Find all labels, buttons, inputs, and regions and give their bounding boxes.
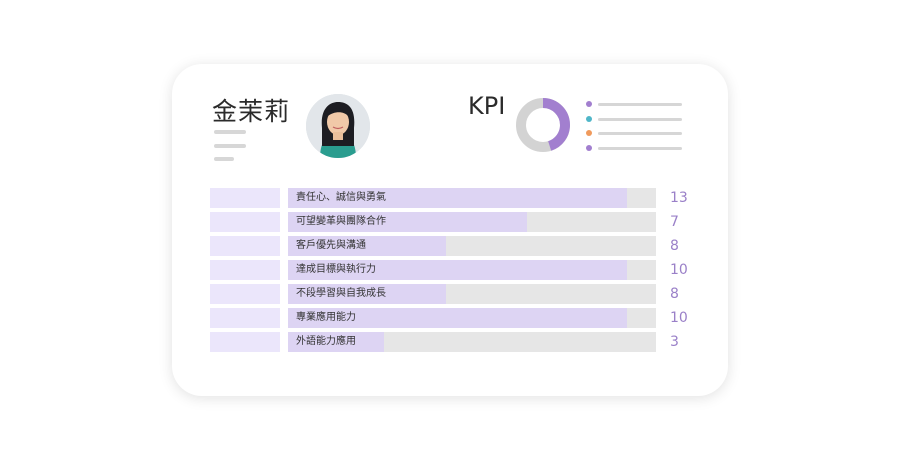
row-value: 7 [670,214,679,230]
row-tag [210,260,280,280]
row-label: 不段學習與自我成長 [296,288,386,299]
kpi-row: 不段學習與自我成長 8 [210,284,690,304]
row-tag [210,308,280,328]
kpi-donut-chart [516,98,570,152]
row-bar-track: 責任心、誠信與勇氣 [288,188,656,208]
row-bar-track: 外語能力應用 [288,332,656,352]
kpi-card: 金茉莉 KPI 責任心、誠信與勇氣 13 可望變革與團隊合作 7 客戶優先與溝通 8 達成目… [172,64,728,396]
row-tag [210,236,280,256]
row-label: 客戶優先與溝通 [296,240,366,251]
kpi-row: 專業應用能力 10 [210,308,690,328]
name-placeholder-line [214,144,246,148]
legend-item [586,143,686,153]
row-bar-track: 不段學習與自我成長 [288,284,656,304]
row-value: 13 [670,190,688,206]
row-value: 3 [670,334,679,350]
row-label: 責任心、誠信與勇氣 [296,192,386,203]
row-tag [210,212,280,232]
row-value: 10 [670,262,688,278]
row-value: 8 [670,286,679,302]
legend-dot-icon [586,101,592,107]
row-tag [210,188,280,208]
row-label: 外語能力應用 [296,336,356,347]
legend-placeholder-line [598,146,682,150]
row-bar-track: 專業應用能力 [288,308,656,328]
row-value: 8 [670,238,679,254]
row-label: 可望變革與團隊合作 [296,216,386,227]
kpi-row: 客戶優先與溝通 8 [210,236,690,256]
legend-placeholder-line [598,117,682,121]
name-placeholder-line [214,157,234,161]
employee-name: 金茉莉 [212,97,291,126]
legend-placeholder-line [598,103,682,106]
row-tag [210,332,280,352]
kpi-row: 達成目標與執行力 10 [210,260,690,280]
legend-dot-icon [586,130,592,136]
legend-dot-icon [586,144,592,151]
row-bar-track: 達成目標與執行力 [288,260,656,280]
kpi-row: 外語能力應用 3 [210,332,690,352]
row-bar-track: 客戶優先與溝通 [288,236,656,256]
legend-item [586,128,686,138]
person-photo-icon [306,94,370,158]
legend-dot-icon [586,115,592,122]
kpi-title: KPI [468,92,506,120]
row-bar-track: 可望變革與團隊合作 [288,212,656,232]
name-placeholder-line [214,130,246,134]
row-tag [210,284,280,304]
avatar [306,94,370,158]
row-label: 專業應用能力 [296,312,356,323]
row-value: 10 [670,310,688,326]
legend-item [586,99,686,109]
legend-placeholder-line [598,132,682,135]
row-label: 達成目標與執行力 [296,264,376,275]
legend-item [586,114,686,124]
kpi-row: 責任心、誠信與勇氣 13 [210,188,690,208]
kpi-row: 可望變革與團隊合作 7 [210,212,690,232]
